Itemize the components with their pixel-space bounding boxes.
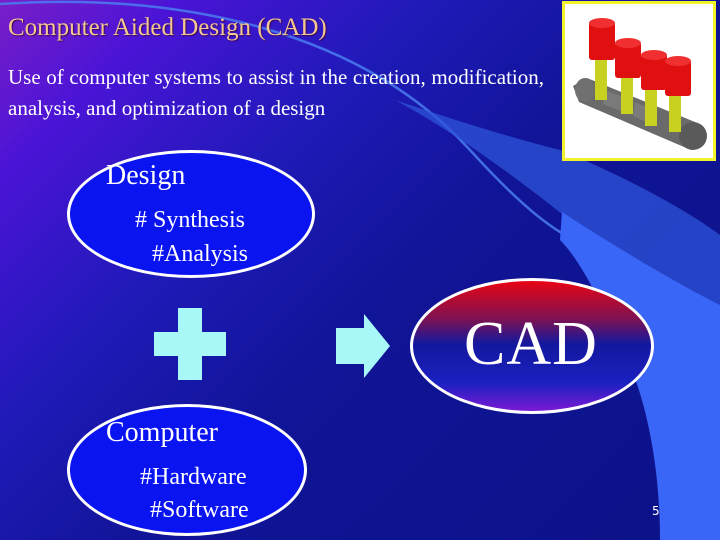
engine-picture bbox=[562, 1, 716, 161]
slide-description: Use of computer systems to assist in the… bbox=[8, 65, 544, 120]
computer-item-software: #Software bbox=[150, 497, 249, 523]
design-heading: Design bbox=[106, 160, 186, 191]
page-number: 5 bbox=[652, 504, 660, 518]
cad-label: CAD bbox=[464, 310, 598, 378]
design-item-synthesis: # Synthesis bbox=[135, 207, 246, 233]
computer-heading: Computer bbox=[106, 417, 218, 448]
computer-item-hardware: #Hardware bbox=[140, 464, 247, 490]
slide-title: Computer Aided Design (CAD) bbox=[8, 14, 327, 41]
slide: Computer Aided Design (CAD) Use of compu… bbox=[0, 0, 720, 540]
plus-icon bbox=[154, 308, 226, 380]
engine-crankshaft-pistons-icon bbox=[573, 18, 707, 150]
arrow-right-icon bbox=[336, 314, 390, 378]
design-item-analysis: #Analysis bbox=[152, 241, 248, 267]
